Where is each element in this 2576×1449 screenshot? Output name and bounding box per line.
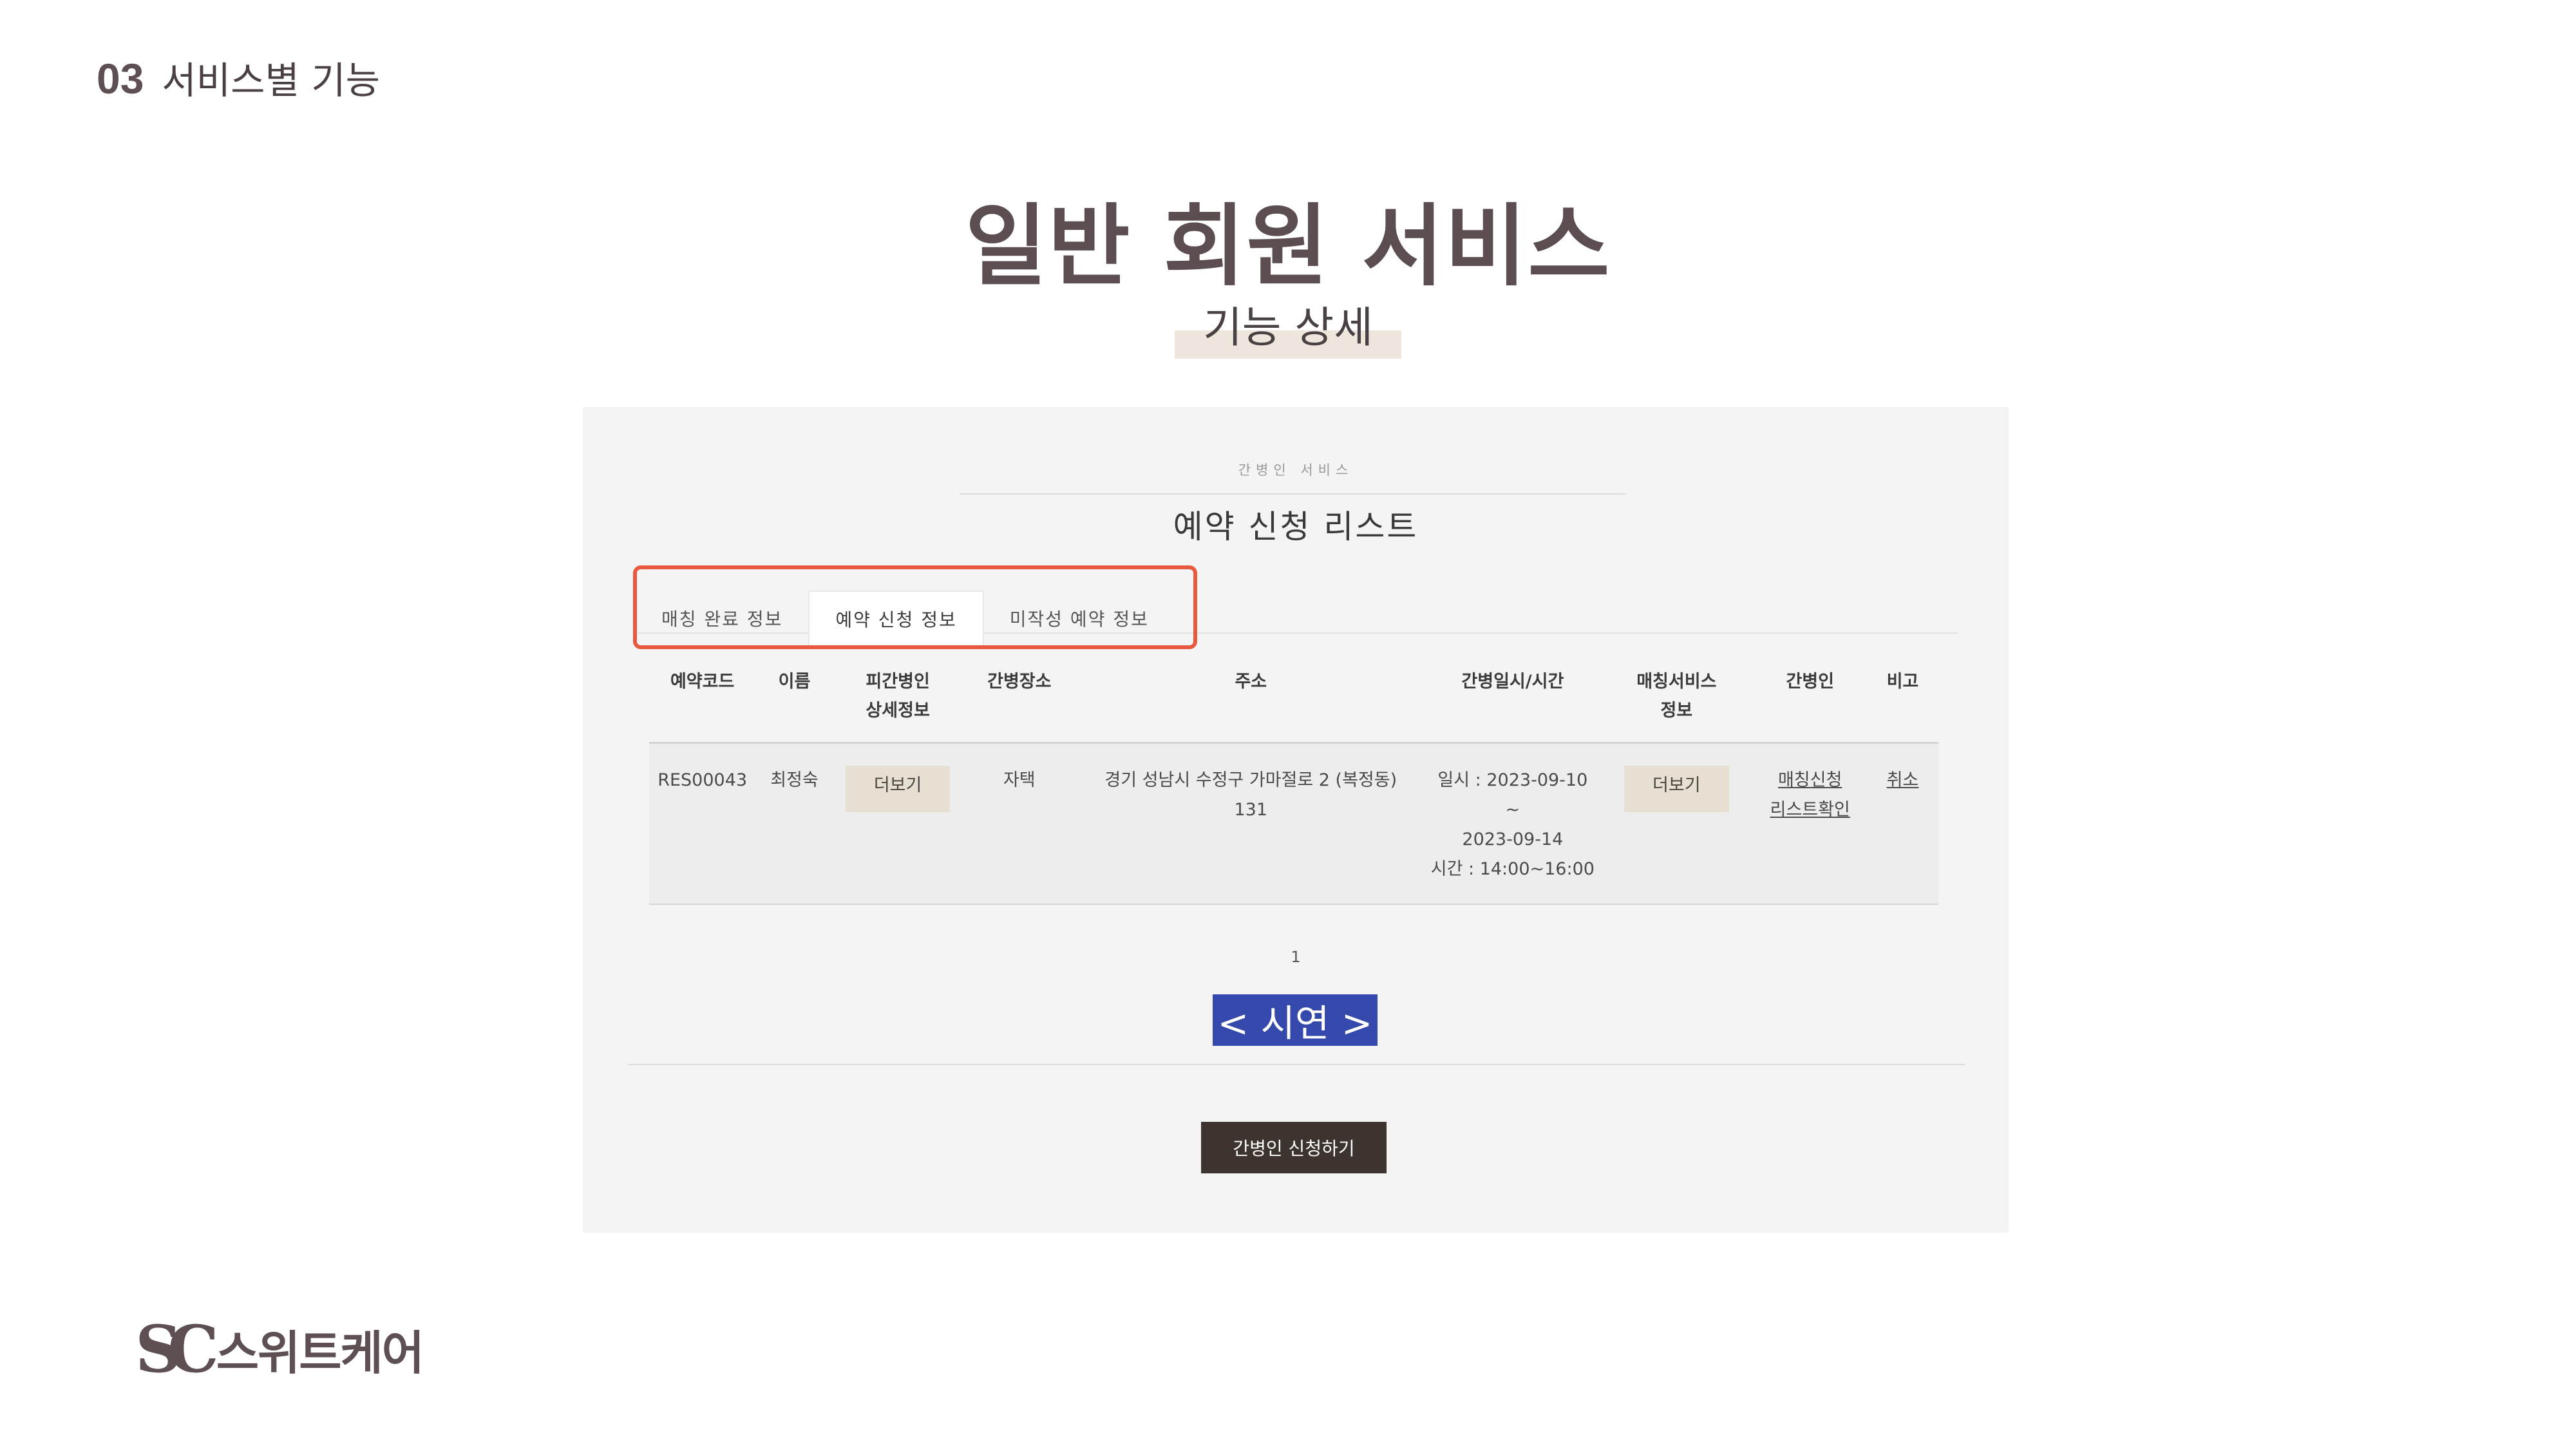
cell-patient-detail: 더보기 [833,743,963,905]
cell-name: 최정숙 [755,743,833,905]
header-code: 예약코드 [649,644,756,744]
patient-detail-more-button[interactable]: 더보기 [845,766,951,812]
subtitle-text: 기능 상세 [1203,303,1373,352]
page-title: 예약 신청 리스트 [1173,508,1419,545]
screenshot-panel: 간병인 서비스 예약 신청 리스트 매칭 완료 정보 예약 신청 정보 미작성 … [583,407,2009,1233]
breadcrumb: 간병인 서비스 [1238,462,1354,478]
matching-info-more-button[interactable]: 더보기 [1624,766,1729,812]
cancel-link[interactable]: 취소 [1887,770,1919,790]
subtitle: 기능 상세 [1175,293,1401,359]
header-address: 주소 [1076,644,1426,744]
header-datetime: 간병일시/시간 [1425,644,1600,744]
main-title: 일반 회원 서비스 [965,194,1611,298]
section-number: 03 [97,55,144,102]
brand-name: 스위트케어 [216,1326,424,1380]
table-row: RES00043 최정숙 더보기 자택 경기 성남시 수정구 가마절로 2 (복… [649,743,1938,905]
bottom-divider [628,1064,1965,1065]
cell-datetime: 일시 : 2023-09-10 ~ 2023-09-14 시간 : 14:00~… [1425,743,1600,905]
cell-matching-info: 더보기 [1600,743,1754,905]
pagination-page-1[interactable]: 1 [583,948,2009,966]
section-label: 03 서비스별 기능 [97,50,380,104]
tabs-highlight-outline [633,565,1197,649]
cell-address: 경기 성남시 수정구 가마절로 2 (복정동) 131 [1076,743,1426,905]
apply-caregiver-button[interactable]: 간병인 신청하기 [1201,1122,1387,1173]
cell-caregiver: 매칭신청 리스트확인 [1753,743,1867,905]
header-note: 비고 [1866,644,1938,744]
brand-logo: SC 스위트케어 [135,1311,424,1387]
cell-place: 자택 [962,743,1077,905]
header-name: 이름 [755,644,833,744]
demo-badge: < 시연 > [1213,994,1378,1046]
table-header-row: 예약코드 이름 피간병인 상세정보 간병장소 주소 간병일시/시간 매칭서비스 정보… [649,644,1938,744]
header-caregiver: 간병인 [1753,644,1867,744]
logo-mark: SC [135,1311,219,1387]
section-name: 서비스별 기능 [162,59,381,102]
breadcrumb-divider [960,493,1626,495]
header-place: 간병장소 [962,644,1077,744]
header-matching-info: 매칭서비스 정보 [1600,644,1754,744]
header-patient-detail: 피간병인 상세정보 [833,644,963,744]
reservation-table: 예약코드 이름 피간병인 상세정보 간병장소 주소 간병일시/시간 매칭서비스 정보… [649,644,1938,905]
cell-note: 취소 [1866,743,1938,905]
matching-request-list-link[interactable]: 매칭신청 리스트확인 [1770,770,1850,820]
cell-code: RES00043 [649,743,756,905]
